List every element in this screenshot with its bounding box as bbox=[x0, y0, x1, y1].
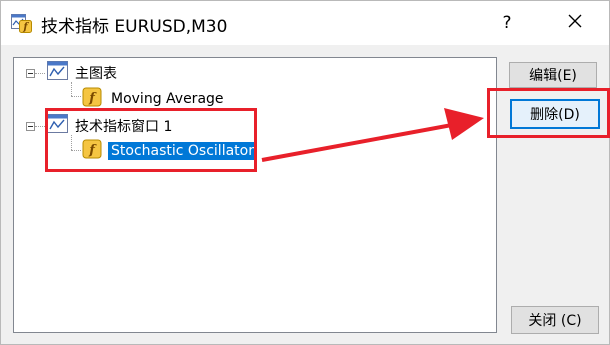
annotation-arrow bbox=[261, 108, 484, 162]
